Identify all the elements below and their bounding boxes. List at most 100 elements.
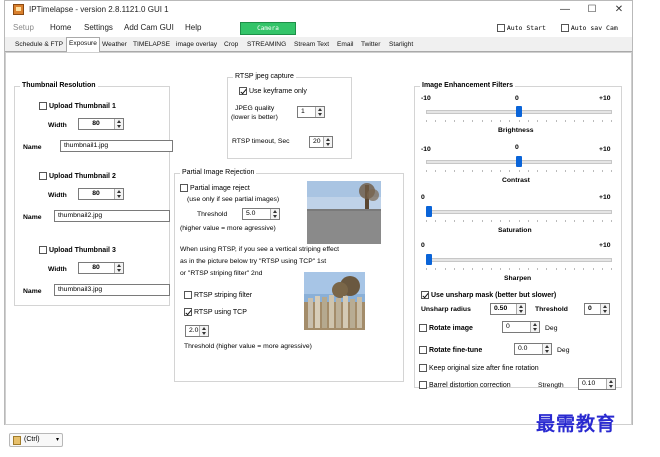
thumbnail-1-width-stepper[interactable]: 80 — [78, 118, 124, 130]
sharpen-slider-track[interactable] — [426, 258, 612, 262]
keep-size-box[interactable] — [419, 364, 427, 372]
sharpen-slider-thumb[interactable] — [426, 254, 432, 265]
partial-threshold-stepper[interactable]: 5.0 — [242, 208, 280, 220]
partial-image-example-graphic — [307, 181, 381, 244]
rotate-finetune-stepper[interactable]: 0.0 — [514, 343, 552, 355]
upload-thumbnail-2-checkbox[interactable]: Upload Thumbnail 2 — [39, 172, 116, 180]
tab-email[interactable]: Email — [335, 39, 356, 52]
spin-arrows-icon[interactable] — [516, 304, 525, 314]
barrel-distortion-label: Barrel distortion correction — [428, 381, 511, 389]
partial-reject-label: Partial image reject — [189, 184, 250, 192]
unsharp-threshold-stepper[interactable]: 0 — [584, 303, 610, 315]
using-tcp-checkbox[interactable]: RTSP using TCP — [184, 308, 247, 316]
tab-streaming[interactable]: STREAMING — [245, 39, 288, 52]
tab-weather[interactable]: Weather — [100, 39, 129, 52]
upload-thumbnail-1-checkbox[interactable]: Upload Thumbnail 1 — [39, 102, 116, 110]
rotate-finetune-checkbox[interactable]: Rotate fine-tune — [419, 346, 482, 354]
saturation-slider-track[interactable] — [426, 210, 612, 214]
spin-arrows-icon[interactable] — [199, 326, 208, 336]
minimize-button[interactable]: — — [553, 3, 577, 17]
auto-sav-cam-box[interactable] — [561, 24, 569, 33]
slider-tick — [555, 170, 557, 172]
partial-reject-checkbox[interactable]: Partial image reject — [180, 184, 250, 192]
tab-crop[interactable]: Crop — [222, 39, 240, 52]
menu-help[interactable]: Help — [185, 23, 201, 32]
spin-arrows-icon[interactable] — [600, 304, 609, 314]
use-keyframe-checkbox[interactable]: Use keyframe only — [239, 87, 307, 95]
auto-start-box[interactable] — [497, 24, 505, 33]
upload-thumbnail-2-box[interactable] — [39, 172, 47, 180]
use-keyframe-box[interactable] — [239, 87, 247, 95]
keep-size-checkbox[interactable]: Keep original size after fine rotation — [419, 364, 539, 372]
rotate-image-checkbox[interactable]: Rotate image — [419, 324, 473, 332]
rtsp-timeout-stepper[interactable]: 20 — [309, 136, 333, 148]
tab-image-overlay[interactable]: image overlay — [174, 39, 219, 52]
rotate-finetune-box[interactable] — [419, 346, 427, 354]
spin-arrows-icon[interactable] — [114, 263, 123, 273]
sharpen-max-label: +10 — [599, 242, 611, 249]
brightness-slider-thumb[interactable] — [516, 106, 522, 117]
partial-reject-box[interactable] — [180, 184, 188, 192]
thumbnail-3-name-field[interactable]: thumbnail3.jpg — [54, 284, 170, 296]
menu-setup[interactable]: Setup — [13, 23, 34, 32]
slider-tick — [426, 220, 427, 222]
menu-settings[interactable]: Settings — [84, 23, 113, 32]
thumbnail-2-name-field[interactable]: thumbnail2.jpg — [54, 210, 170, 222]
slider-tick — [564, 220, 566, 222]
unsharp-mask-label: Use unsharp mask (better but slower) — [430, 291, 557, 299]
paste-options-badge[interactable]: (Ctrl) ▾ — [9, 433, 63, 447]
tab-twitter[interactable]: Twitter — [359, 39, 382, 52]
tab-stream-text[interactable]: Stream Text — [292, 39, 331, 52]
strength-stepper[interactable]: 0.10 — [578, 378, 616, 390]
rotate-image-stepper[interactable]: 0 — [502, 321, 540, 333]
upload-thumbnail-1-box[interactable] — [39, 102, 47, 110]
camera-button[interactable]: Camera — [240, 22, 296, 35]
spin-arrows-icon[interactable] — [530, 322, 539, 332]
spin-arrows-icon[interactable] — [606, 379, 615, 389]
thumbnail-3-width-stepper[interactable]: 80 — [78, 262, 124, 274]
jpeg-quality-stepper[interactable]: 1 — [297, 106, 325, 118]
close-button[interactable]: ✕ — [607, 3, 631, 17]
contrast-slider-thumb[interactable] — [516, 156, 522, 167]
auto-sav-cam-checkbox[interactable]: Auto sav Cam — [561, 24, 618, 33]
tab-schedule-ftp[interactable]: Schedule & FTP — [13, 39, 65, 52]
spin-arrows-icon[interactable] — [315, 107, 324, 117]
striping-filter-box[interactable] — [184, 291, 192, 299]
slider-tick — [453, 170, 455, 172]
spin-arrows-icon[interactable] — [114, 189, 123, 199]
saturation-slider-thumb[interactable] — [426, 206, 432, 217]
tab-starlight[interactable]: Starlight — [387, 39, 415, 52]
using-tcp-box[interactable] — [184, 308, 192, 316]
unsharp-radius-stepper[interactable]: 0.50 — [490, 303, 526, 315]
thumbnail-2-width-stepper[interactable]: 80 — [78, 188, 124, 200]
menu-home[interactable]: Home — [50, 23, 71, 32]
unsharp-mask-checkbox[interactable]: Use unsharp mask (better but slower) — [421, 291, 556, 299]
spin-arrows-icon[interactable] — [270, 209, 279, 219]
spin-arrows-icon[interactable] — [542, 344, 551, 354]
striping-filter-checkbox[interactable]: RTSP striping filter — [184, 291, 252, 299]
thumbnail-1-name-field[interactable]: thumbnail1.jpg — [60, 140, 173, 152]
upload-thumbnail-3-checkbox[interactable]: Upload Thumbnail 3 — [39, 246, 116, 254]
rotate-image-box[interactable] — [419, 324, 427, 332]
spin-arrows-icon[interactable] — [323, 137, 332, 147]
strength-value: 0.10 — [582, 380, 596, 387]
tab-strip: Schedule & FTP Exposure Weather TIMELAPS… — [5, 37, 632, 52]
spin-arrows-icon[interactable] — [114, 119, 123, 129]
menu-add-cam-gui[interactable]: Add Cam GUI — [124, 23, 174, 32]
exposure-panel: Thumbnail Resolution Upload Thumbnail 1 … — [5, 52, 632, 425]
clipboard-icon — [13, 436, 21, 445]
sharpen-min-label: 0 — [421, 242, 425, 249]
watermark-text: 最需教育 — [536, 413, 617, 435]
rotate-image-value: 0 — [506, 323, 510, 330]
auto-start-checkbox[interactable]: Auto Start — [497, 24, 546, 33]
tab-timelapse[interactable]: TIMELAPSE — [131, 39, 172, 52]
use-keyframe-label: Use keyframe only — [248, 87, 307, 95]
barrel-distortion-box[interactable] — [419, 381, 427, 389]
barrel-distortion-checkbox[interactable]: Barrel distortion correction — [419, 381, 511, 389]
unsharp-mask-box[interactable] — [421, 291, 429, 299]
tab-exposure[interactable]: Exposure — [66, 37, 100, 52]
maximize-button[interactable]: ☐ — [580, 3, 604, 17]
upload-thumbnail-3-box[interactable] — [39, 246, 47, 254]
slider-tick — [611, 220, 612, 222]
striping-filter-stepper[interactable]: 2.0 — [185, 325, 209, 337]
